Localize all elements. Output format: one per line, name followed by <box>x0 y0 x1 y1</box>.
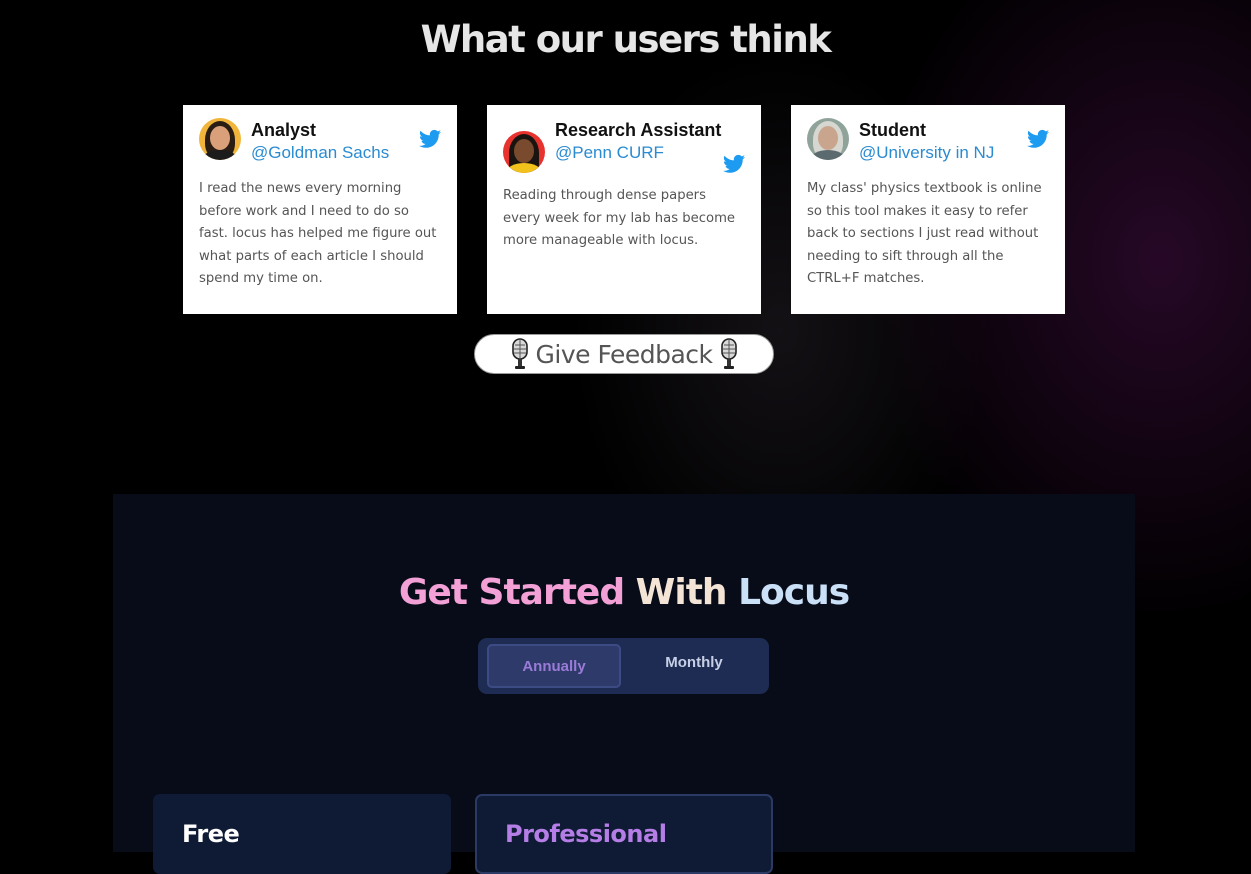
testimonials-title: What our users think <box>420 18 832 61</box>
testimonial-card: Student @University in NJ My class' phys… <box>791 105 1065 314</box>
testimonial-handle[interactable]: @University in NJ <box>859 142 1049 164</box>
pricing-title-part: Get Started <box>398 572 625 613</box>
avatar <box>199 118 241 160</box>
testimonial-quote: My class' physics textbook is online so … <box>807 181 1042 286</box>
pricing-section: Get Started With Locus Annually Monthly … <box>113 494 1135 874</box>
plan-name: Free <box>182 820 240 848</box>
avatar <box>807 118 849 160</box>
plan-name: Professional <box>505 820 667 848</box>
billing-option-monthly[interactable]: Monthly <box>628 644 760 688</box>
avatar <box>503 131 545 173</box>
testimonial-role: Research Assistant <box>555 120 722 140</box>
pricing-title: Get Started With Locus <box>113 572 1135 613</box>
twitter-icon[interactable] <box>1027 129 1049 149</box>
twitter-icon[interactable] <box>723 154 745 174</box>
testimonial-role: Analyst <box>251 120 317 140</box>
testimonial-role: Student <box>859 120 926 140</box>
testimonial-handle[interactable]: @Goldman Sachs <box>251 142 441 164</box>
give-feedback-label: Give Feedback <box>535 339 714 369</box>
testimonial-header: Analyst @Goldman Sachs <box>199 118 441 164</box>
testimonial-quote: I read the news every morning before wor… <box>199 181 437 286</box>
give-feedback-button[interactable]: Give Feedback <box>474 334 774 374</box>
testimonial-card: Research Assistant @Penn CURF Reading th… <box>487 105 761 314</box>
testimonial-header: Student @University in NJ <box>807 118 1049 164</box>
pricing-title-part: With <box>635 572 728 613</box>
microphone-icon <box>720 338 737 369</box>
plan-card-free: Free <box>153 794 451 874</box>
testimonial-quote: Reading through dense papers every week … <box>503 188 736 248</box>
billing-option-annually[interactable]: Annually <box>487 644 621 688</box>
twitter-icon[interactable] <box>419 129 441 149</box>
microphone-icon <box>511 338 528 369</box>
testimonial-header: Research Assistant @Penn CURF <box>503 118 745 173</box>
billing-toggle: Annually Monthly <box>478 638 769 694</box>
plan-card-professional: Professional <box>475 794 773 874</box>
testimonial-card: Analyst @Goldman Sachs I read the news e… <box>183 105 457 314</box>
testimonial-handle[interactable]: @Penn CURF <box>555 142 745 164</box>
pricing-title-part: Locus <box>738 572 850 613</box>
